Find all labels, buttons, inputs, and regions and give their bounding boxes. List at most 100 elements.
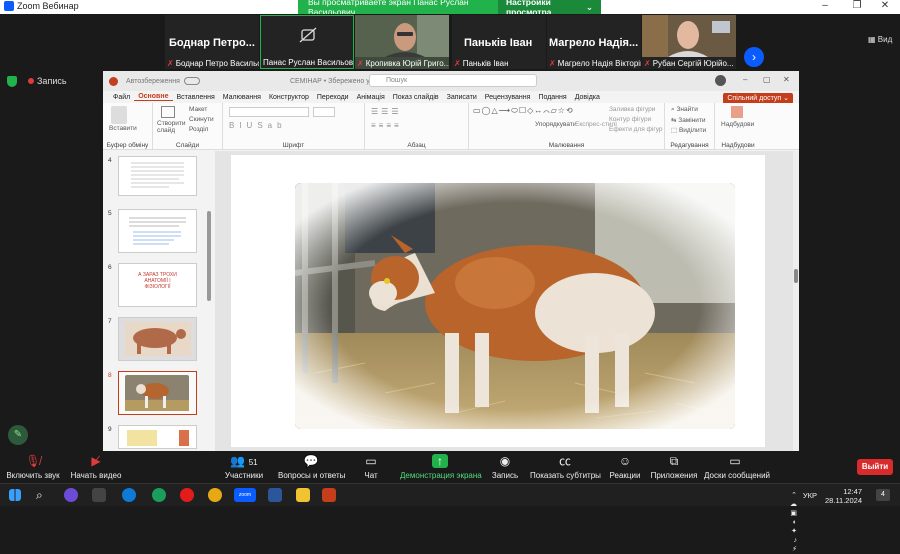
participant-tile[interactable]: ✗ Кропивка Юрій Григо... [355,15,449,69]
scroll-thumb[interactable] [794,269,798,283]
powerpoint-taskbar-icon[interactable] [322,488,336,502]
align-buttons[interactable]: ≡≡≡≡ [371,121,402,130]
list-buttons[interactable]: ☰☰☰ [371,107,402,116]
clock-date[interactable]: 28.11.2024 [825,496,862,505]
minimize-icon[interactable]: – [810,0,840,14]
ppt-menu-item[interactable]: Переходи [313,94,353,101]
chat-button[interactable]: ▭ Чат [356,454,386,480]
paste-icon[interactable] [111,106,127,124]
notifications-badge[interactable]: 4 [876,489,890,501]
windows-start-icon[interactable] [9,489,21,501]
search-icon[interactable]: ⌕ [36,488,50,502]
ppt-close-icon[interactable]: ✕ [783,75,790,84]
language-indicator[interactable]: УКР [803,491,817,500]
record-button[interactable]: ◉ Запись [488,454,522,480]
leave-button[interactable]: Выйти [857,459,893,475]
reactions-button[interactable]: ☺ Реакции [608,454,642,480]
ppt-menu-item[interactable]: Файл [109,94,134,101]
view-options-button[interactable]: Настройки просмотра ⌄ [498,0,601,17]
start-video-button[interactable]: ▶̸ Начать видео [66,454,126,480]
replace-button[interactable]: ⇆ Замінити [671,116,706,124]
participant-tile[interactable]: Паньків Іван ✗ Паньків Іван [452,15,546,69]
slide-scrollbar[interactable] [793,151,799,451]
file-explorer-icon[interactable] [296,488,310,502]
qa-button[interactable]: 💬 Вопросы и ответы [278,454,345,480]
slide-number: 6 [108,264,112,271]
annotate-pen-icon[interactable]: ✎ [8,425,28,445]
copilot-icon[interactable] [64,488,78,502]
chrome-icon[interactable] [208,488,222,502]
captions-label: Показать субтитры [530,471,601,480]
edge-beta-icon[interactable] [152,488,166,502]
maximize-icon[interactable]: ❐ [842,0,872,14]
shape-fill-button[interactable]: Заливка фігури [609,106,655,113]
ppt-menu-item[interactable]: Довідка [571,94,604,101]
ppt-menu-item[interactable]: Анімація [353,94,389,101]
ppt-menu-item[interactable]: Конструктор [265,94,313,101]
captions-button[interactable]: ㏄ Показать субтитры [530,454,601,480]
ppt-menu-item[interactable]: Записати [443,94,481,101]
section-button[interactable]: Розділ [189,126,208,133]
calculator-icon[interactable] [92,488,106,502]
participant-tile[interactable]: ✗ Рубан Сергій Юрійо... [642,15,736,69]
ppt-menu-item[interactable]: Основне [134,93,173,101]
ppt-menu-item[interactable]: Малювання [219,94,265,101]
ppt-menu-item[interactable]: Рецензування [481,94,535,101]
avatar[interactable] [715,75,726,86]
slide-canvas [215,151,793,451]
opera-icon[interactable] [180,488,194,502]
participant-tile[interactable]: Магрело Надія... ✗Магрело Надія Вікторів… [547,15,641,69]
share-screen-button[interactable]: ↑ Демонстрация экрана [400,454,482,480]
paste-button[interactable]: Вставити [109,125,137,132]
close-icon[interactable]: ✕ [870,0,900,14]
ppt-maximize-icon[interactable]: ▢ [763,75,771,84]
addins-button[interactable]: Надбудови [721,121,754,128]
autosave-toggle[interactable] [183,77,200,85]
slide-thumbnail[interactable] [118,156,197,196]
ppt-search-box[interactable]: Пошук [369,74,537,87]
clock-time[interactable]: 12:47 [825,487,862,496]
unmute-button[interactable]: 🎙︎̸ Включить звук [4,454,62,480]
ppt-menu-item[interactable]: Вставлення [173,94,219,101]
current-slide[interactable] [231,155,765,447]
layout-button[interactable]: Макет [189,106,207,113]
tray-icons[interactable]: ⌃ ☁ ▣ ◐ ✦ ♪ ⚡ [790,491,800,554]
new-slide-button[interactable]: Створити слайд [157,120,186,134]
participant-tile[interactable]: Боднар Петро... ✗Боднар Петро Васильо... [165,15,259,69]
ppt-menu-item[interactable]: Показ слайдів [389,94,443,101]
gallery-next-button[interactable]: › [744,47,764,67]
ppt-menu-item[interactable]: Подання [534,94,570,101]
participants-button[interactable]: 👥 51 Участники [215,454,273,480]
slide-thumbnail[interactable] [118,317,197,361]
view-button[interactable]: ▦ Вид [868,35,892,44]
thumbnails-scrollbar[interactable] [207,211,211,301]
whiteboards-button[interactable]: ▭ Доски сообщений [704,454,770,480]
slide-thumbnail[interactable] [118,209,197,253]
video-gallery: Боднар Петро... ✗Боднар Петро Васильо...… [0,14,900,70]
slide-thumbnail[interactable] [118,425,197,449]
shape-outline-button[interactable]: Контур фігури [609,116,651,123]
recording-indicator[interactable]: Запись [28,76,67,86]
participant-label: Кропивка Юрій Григо... [365,58,449,68]
find-button[interactable]: ⌕ Знайти [671,106,698,114]
font-style-buttons[interactable]: BIUSab [229,121,287,130]
select-button[interactable]: ⬚ Виділити [671,126,706,134]
shape-effects-button[interactable]: Ефекти для фігур [609,126,663,133]
font-size-field[interactable] [313,107,335,117]
apps-button[interactable]: ⧉ Приложения [650,454,698,480]
slide-thumbnail-selected[interactable] [118,371,197,415]
slide-thumbnail[interactable]: А ЗАРАЗ ТРОХИ АНАТОМІЇ І ФІЗІОЛОГІЇ [118,263,197,307]
reset-button[interactable]: Скинути [189,116,214,123]
chat-label: Чат [364,471,378,480]
arrange-button[interactable]: Упорядкувати [535,121,576,128]
addins-icon[interactable] [731,106,743,118]
zoom-taskbar-icon[interactable]: zoom [234,488,256,502]
font-name-field[interactable] [229,107,309,117]
ppt-minimize-icon[interactable]: – [743,75,747,84]
new-slide-icon[interactable] [161,106,175,118]
word-icon[interactable] [268,488,282,502]
participant-tile[interactable]: Панас Руслан Васильович [260,15,354,69]
edge-icon[interactable] [122,488,136,502]
participant-label: Рубан Сергій Юрійо... [652,58,734,68]
shapes-gallery[interactable]: ▭◯△⟶⬭☐◇↔⌒▱☆⟲ [473,106,573,115]
